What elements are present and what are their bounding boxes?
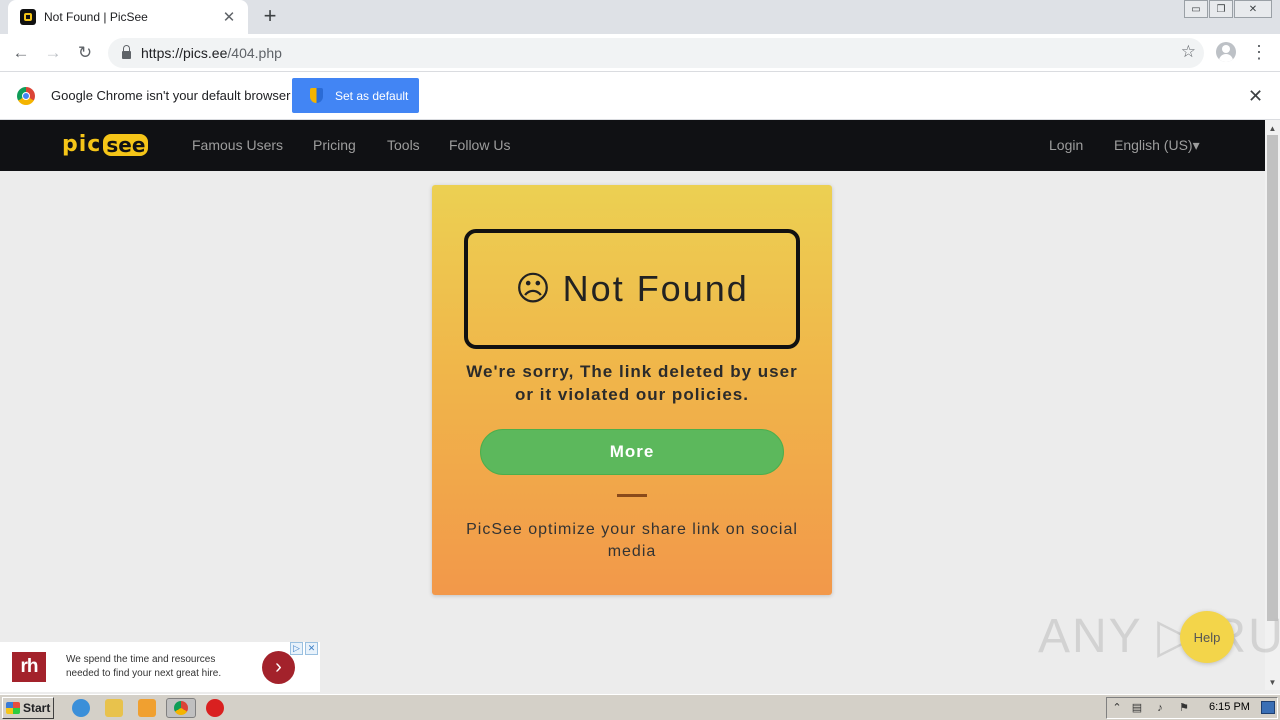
nav-follow-us[interactable]: Follow Us (449, 137, 510, 153)
network-icon[interactable]: ▤ (1130, 701, 1144, 715)
infobar-close-icon[interactable]: ✕ (1248, 86, 1263, 107)
show-hidden-icons-icon[interactable]: ⌃ (1110, 701, 1124, 715)
opera-icon[interactable] (206, 699, 224, 717)
back-arrow-icon[interactable]: ← (8, 40, 34, 66)
infobar-message: Google Chrome isn't your default browser (51, 88, 291, 103)
not-found-card: ☹ Not Found We're sorry, The link delete… (432, 185, 832, 595)
internet-explorer-icon[interactable] (72, 699, 90, 717)
not-found-title: Not Found (562, 268, 749, 309)
show-desktop-icon[interactable] (1261, 701, 1275, 714)
file-explorer-icon[interactable] (105, 699, 123, 717)
ad-choices-icon[interactable]: ▷ (290, 642, 303, 655)
profile-avatar-icon[interactable] (1216, 42, 1236, 62)
uac-shield-icon (310, 88, 323, 103)
lock-icon (122, 45, 131, 59)
site-navbar: pic see Famous Users Pricing Tools Follow… (0, 120, 1265, 171)
start-label: Start (23, 701, 51, 715)
action-center-flag-icon[interactable]: ⚑ (1177, 701, 1191, 715)
browser-toolbar: ← → ↻ https://pics.ee/404.php ☆ (0, 34, 1280, 72)
rh-logo: rh (12, 652, 46, 682)
ad-arrow-button[interactable]: › (262, 651, 295, 684)
new-tab-button[interactable]: + (258, 4, 282, 28)
scroll-up-arrow-icon[interactable]: ▲ (1265, 122, 1280, 136)
ad-text: We spend the time and resources needed t… (66, 654, 222, 679)
windows-taskbar: Start ⌃ ▤ ♪ ⚑ 6:15 PM (0, 694, 1280, 720)
chrome-logo-icon (17, 87, 35, 105)
tab-title: Not Found | PicSee (44, 10, 148, 24)
windows-flag-icon (6, 702, 20, 714)
forward-arrow-icon[interactable]: → (40, 40, 66, 66)
picsee-favicon-icon (20, 9, 36, 25)
picsee-tagline: PicSee optimize your share link on socia… (466, 521, 798, 560)
bookmark-star-icon[interactable]: ☆ (1181, 42, 1196, 62)
page-scrollbar[interactable]: ▲ ▼ (1265, 120, 1280, 690)
ad-banner[interactable]: rh We spend the time and resources neede… (0, 642, 320, 692)
nav-famous-users[interactable]: Famous Users (192, 137, 283, 153)
browser-tab-strip: Not Found | PicSee ✕ + ▭ ❐ ✕ (0, 0, 1280, 34)
error-message: We're sorry, The link deleted by user or… (466, 362, 798, 404)
card-divider (617, 494, 647, 497)
picsee-logo[interactable]: pic see (62, 134, 162, 156)
address-bar[interactable]: https://pics.ee/404.php ☆ (108, 38, 1204, 68)
minimize-button[interactable]: ▭ (1184, 0, 1208, 18)
anyrun-watermark: ANY ▷ RUN (1038, 610, 1280, 663)
set-as-default-button[interactable]: Set as default (292, 78, 419, 113)
restore-button[interactable]: ❐ (1209, 0, 1233, 18)
taskbar-clock[interactable]: 6:15 PM (1209, 701, 1250, 713)
volume-icon[interactable]: ♪ (1153, 701, 1167, 715)
nav-tools[interactable]: Tools (387, 137, 420, 153)
scrollbar-thumb[interactable] (1267, 135, 1278, 621)
url-text: https://pics.ee/404.php (141, 45, 282, 61)
language-dropdown[interactable]: English (US)▾ (1114, 137, 1200, 154)
chrome-taskbar-icon (174, 701, 188, 715)
more-button[interactable]: More (480, 429, 784, 475)
chrome-menu-icon[interactable]: ⋮ (1250, 40, 1268, 64)
window-close-button[interactable]: ✕ (1234, 0, 1272, 18)
help-button[interactable]: Help (1180, 611, 1234, 663)
scroll-down-arrow-icon[interactable]: ▼ (1265, 676, 1280, 690)
media-player-icon[interactable] (138, 699, 156, 717)
default-browser-infobar: Google Chrome isn't your default browser… (0, 72, 1280, 120)
tab-close-icon[interactable]: ✕ (220, 8, 238, 26)
reload-icon[interactable]: ↻ (72, 40, 98, 66)
nav-pricing[interactable]: Pricing (313, 137, 356, 153)
ad-close-icon[interactable]: ✕ (305, 642, 318, 655)
nav-login[interactable]: Login (1049, 137, 1083, 153)
start-button[interactable]: Start (2, 697, 54, 719)
set-as-default-label: Set as default (335, 88, 409, 103)
sad-face-icon: ☹ (515, 269, 551, 309)
not-found-box: ☹ Not Found (464, 229, 800, 349)
system-tray: ⌃ ▤ ♪ ⚑ 6:15 PM (1106, 697, 1278, 719)
browser-tab[interactable]: Not Found | PicSee ✕ (8, 0, 248, 34)
chrome-taskbar-button[interactable] (166, 698, 196, 718)
